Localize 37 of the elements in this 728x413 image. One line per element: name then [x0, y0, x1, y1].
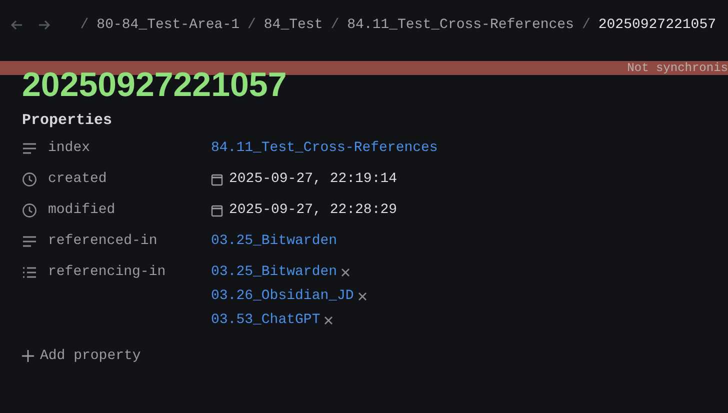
breadcrumb-separator: /: [330, 16, 340, 34]
lines-icon: [22, 234, 37, 248]
remove-icon[interactable]: [324, 316, 334, 324]
add-property-button[interactable]: Add property: [22, 346, 141, 366]
list-icon: [22, 264, 37, 280]
link[interactable]: 03.25_Bitwarden: [211, 262, 338, 282]
plus-icon: [22, 350, 34, 362]
property-name[interactable]: created: [48, 168, 107, 190]
link[interactable]: 03.25_Bitwarden: [211, 230, 338, 252]
link[interactable]: 03.26_Obsidian_JD: [211, 286, 354, 306]
back-arrow-icon[interactable]: [10, 18, 24, 32]
clock-icon: [22, 202, 37, 218]
forward-arrow-icon[interactable]: [37, 18, 51, 32]
property-name[interactable]: modified: [48, 200, 116, 220]
property-name[interactable]: referencing-in: [48, 262, 166, 282]
lines-icon: [22, 140, 37, 156]
breadcrumb-item[interactable]: 84_Test: [264, 14, 323, 36]
breadcrumb-item[interactable]: 80-84_Test-Area-1: [96, 14, 240, 36]
remove-icon[interactable]: [341, 268, 350, 276]
calendar-icon[interactable]: [211, 204, 223, 216]
breadcrumb-current: 20250927221057: [598, 16, 716, 34]
property-name[interactable]: referenced-in: [48, 230, 158, 252]
link[interactable]: 03.53_ChatGPT: [211, 310, 320, 330]
date-value[interactable]: 2025-09-27, 22:28:29: [229, 200, 398, 220]
clock-icon: [22, 172, 37, 186]
remove-icon[interactable]: [358, 292, 367, 300]
date-value[interactable]: 2025-09-27, 22:19:14: [229, 168, 398, 190]
properties-heading: Properties: [22, 110, 114, 131]
property-name[interactable]: index: [48, 138, 90, 158]
breadcrumb-separator: /: [80, 16, 89, 34]
link[interactable]: 84.11_Test_Cross-References: [211, 138, 438, 158]
note-title: 20250927221057: [22, 65, 287, 105]
breadcrumb-separator: /: [248, 16, 256, 34]
breadcrumb-item[interactable]: 84.11_Test_Cross-References: [347, 14, 574, 36]
calendar-icon[interactable]: [211, 172, 223, 186]
sync-status-text: Not synchronis: [627, 61, 728, 75]
breadcrumb-separator: /: [582, 16, 590, 34]
